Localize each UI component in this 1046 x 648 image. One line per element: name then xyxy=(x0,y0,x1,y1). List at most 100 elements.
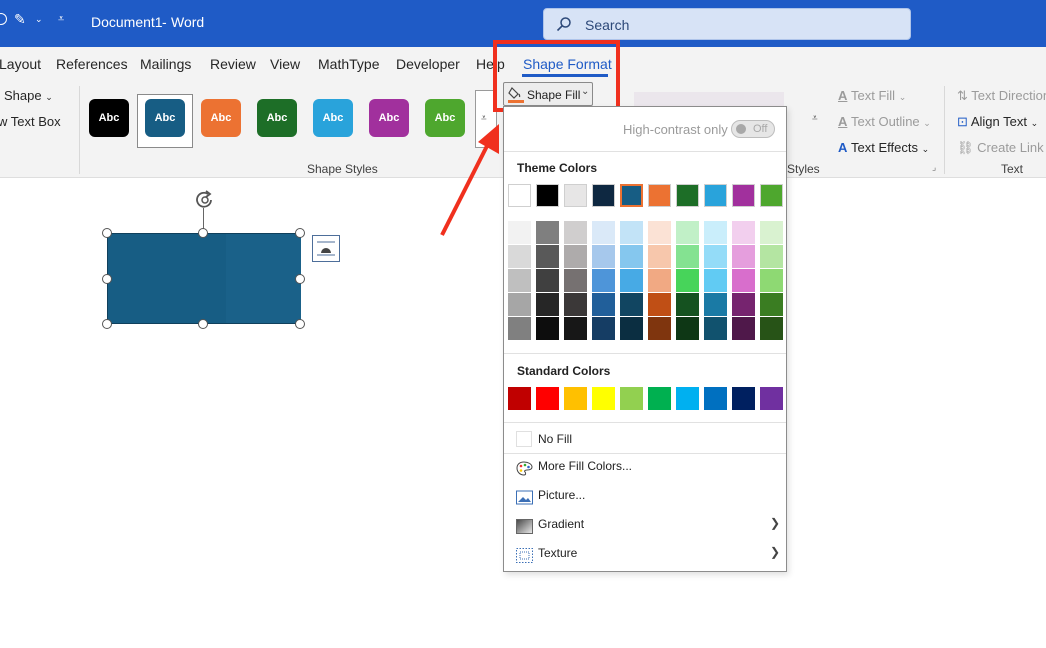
resize-handle-top[interactable] xyxy=(198,228,208,238)
theme-shade-swatch[interactable] xyxy=(760,269,783,292)
theme-shade-swatch[interactable] xyxy=(564,269,587,292)
theme-shade-swatch[interactable] xyxy=(536,293,559,316)
style-swatch-purple[interactable]: Abc xyxy=(369,99,409,137)
theme-shade-swatch[interactable] xyxy=(536,317,559,340)
tab-view[interactable]: View xyxy=(270,56,300,72)
text-outline-button[interactable]: A Text Outline ⌄ xyxy=(838,114,931,129)
theme-shade-swatch[interactable] xyxy=(648,221,671,244)
theme-shade-swatch[interactable] xyxy=(508,269,531,292)
theme-shade-swatch[interactable] xyxy=(536,221,559,244)
edit-doc-icon[interactable]: ✎ xyxy=(14,11,26,28)
theme-color-swatch[interactable] xyxy=(704,184,727,207)
tab-developer[interactable]: Developer xyxy=(396,56,460,72)
tab-mailings[interactable]: Mailings xyxy=(140,56,191,72)
theme-shade-swatch[interactable] xyxy=(564,317,587,340)
theme-shade-swatch[interactable] xyxy=(620,245,643,268)
theme-shade-swatch[interactable] xyxy=(648,245,671,268)
text-direction-button[interactable]: ⇅ Text Direction xyxy=(957,88,1046,104)
theme-shade-swatch[interactable] xyxy=(732,317,755,340)
standard-color-swatch[interactable] xyxy=(648,387,671,410)
theme-shade-swatch[interactable] xyxy=(676,317,699,340)
theme-shade-swatch[interactable] xyxy=(760,317,783,340)
selected-rectangle-shape[interactable] xyxy=(107,233,301,324)
gradient-option[interactable]: Gradient xyxy=(538,517,584,531)
rotate-handle-icon[interactable] xyxy=(193,189,217,211)
no-fill-option[interactable]: No Fill xyxy=(538,432,572,446)
theme-shade-swatch[interactable] xyxy=(732,293,755,316)
theme-shade-swatch[interactable] xyxy=(732,269,755,292)
theme-shade-swatch[interactable] xyxy=(676,293,699,316)
standard-color-swatch[interactable] xyxy=(620,387,643,410)
picture-option[interactable]: Picture... xyxy=(538,488,585,502)
more-fill-colors-option[interactable]: More Fill Colors... xyxy=(538,459,632,473)
theme-color-swatch[interactable] xyxy=(732,184,755,207)
theme-color-swatch[interactable] xyxy=(508,184,531,207)
theme-color-swatch[interactable] xyxy=(536,184,559,207)
theme-shade-swatch[interactable] xyxy=(592,317,615,340)
theme-shade-swatch[interactable] xyxy=(732,245,755,268)
draw-text-box-button[interactable]: w Text Box xyxy=(0,114,61,129)
style-swatch-orange[interactable]: Abc xyxy=(201,99,241,137)
theme-shade-swatch[interactable] xyxy=(704,245,727,268)
standard-color-swatch[interactable] xyxy=(676,387,699,410)
standard-color-swatch[interactable] xyxy=(536,387,559,410)
more-icon[interactable]: ⩡ xyxy=(812,113,818,124)
theme-shade-swatch[interactable] xyxy=(508,245,531,268)
theme-shade-swatch[interactable] xyxy=(508,317,531,340)
text-fill-button[interactable]: A Text Fill ⌄ xyxy=(838,88,906,103)
search-box[interactable]: Search xyxy=(543,8,911,40)
theme-shade-swatch[interactable] xyxy=(592,269,615,292)
standard-color-swatch[interactable] xyxy=(732,387,755,410)
theme-shade-swatch[interactable] xyxy=(648,293,671,316)
resize-handle-bottom-right[interactable] xyxy=(295,319,305,329)
theme-shade-swatch[interactable] xyxy=(564,293,587,316)
theme-shade-swatch[interactable] xyxy=(760,293,783,316)
theme-color-swatch[interactable] xyxy=(592,184,615,207)
theme-shade-swatch[interactable] xyxy=(648,317,671,340)
theme-shade-swatch[interactable] xyxy=(620,317,643,340)
theme-color-swatch[interactable] xyxy=(676,184,699,207)
theme-shade-swatch[interactable] xyxy=(704,293,727,316)
theme-shade-swatch[interactable] xyxy=(620,293,643,316)
theme-shade-swatch[interactable] xyxy=(704,317,727,340)
style-swatch-blue-dark[interactable]: Abc xyxy=(145,99,185,137)
standard-color-swatch[interactable] xyxy=(564,387,587,410)
theme-shade-swatch[interactable] xyxy=(704,269,727,292)
theme-shade-swatch[interactable] xyxy=(592,221,615,244)
theme-shade-swatch[interactable] xyxy=(592,293,615,316)
autosave-icon[interactable] xyxy=(0,13,7,25)
theme-color-swatch[interactable] xyxy=(564,184,587,207)
theme-shade-swatch[interactable] xyxy=(676,269,699,292)
theme-color-swatch[interactable] xyxy=(760,184,783,207)
theme-shade-swatch[interactable] xyxy=(732,221,755,244)
align-text-button[interactable]: ⊡ Align Text ⌄ xyxy=(957,114,1038,130)
texture-option[interactable]: Texture xyxy=(538,546,577,560)
style-swatch-light-blue[interactable]: Abc xyxy=(313,99,353,137)
standard-color-swatch[interactable] xyxy=(704,387,727,410)
theme-shade-swatch[interactable] xyxy=(536,269,559,292)
tab-mathtype[interactable]: MathType xyxy=(318,56,379,72)
theme-shade-swatch[interactable] xyxy=(620,221,643,244)
theme-color-swatch[interactable] xyxy=(620,184,643,207)
standard-color-swatch[interactable] xyxy=(760,387,783,410)
theme-shade-swatch[interactable] xyxy=(648,269,671,292)
dialog-launcher-icon[interactable]: ⌟ xyxy=(932,162,936,173)
edit-shape-button[interactable]: Shape ⌄ xyxy=(4,88,53,103)
style-swatch-black[interactable]: Abc xyxy=(89,99,129,137)
resize-handle-left[interactable] xyxy=(102,274,112,284)
theme-shade-swatch[interactable] xyxy=(508,293,531,316)
chevron-down-icon[interactable]: ⌄ xyxy=(35,14,43,25)
theme-shade-swatch[interactable] xyxy=(564,221,587,244)
theme-shade-swatch[interactable] xyxy=(676,245,699,268)
theme-shade-swatch[interactable] xyxy=(704,221,727,244)
high-contrast-toggle[interactable]: Off xyxy=(731,120,775,138)
text-effects-button[interactable]: A Text Effects ⌄ xyxy=(838,140,929,155)
tab-references[interactable]: References xyxy=(56,56,128,72)
resize-handle-bottom-left[interactable] xyxy=(102,319,112,329)
resize-handle-top-right[interactable] xyxy=(295,228,305,238)
theme-shade-swatch[interactable] xyxy=(760,245,783,268)
theme-shade-swatch[interactable] xyxy=(508,221,531,244)
resize-handle-bottom[interactable] xyxy=(198,319,208,329)
theme-shade-swatch[interactable] xyxy=(592,245,615,268)
theme-shade-swatch[interactable] xyxy=(536,245,559,268)
